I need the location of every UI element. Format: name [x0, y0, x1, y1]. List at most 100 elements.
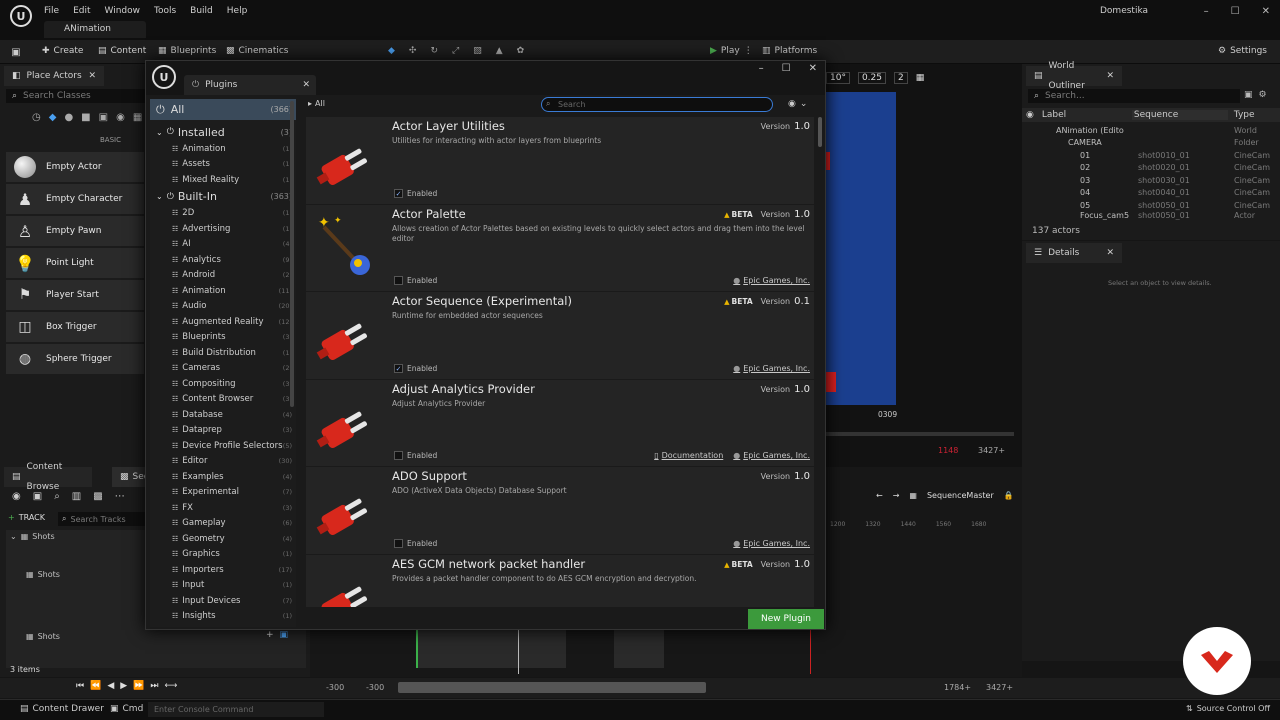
- category-scrollbar[interactable]: [290, 101, 294, 407]
- enabled-checkbox[interactable]: ✓ Enabled: [394, 363, 437, 373]
- play-icon[interactable]: ▶: [120, 681, 127, 691]
- play-button[interactable]: ▶ Play ⋮: [710, 46, 753, 56]
- shapes-icon[interactable]: ■: [81, 112, 90, 123]
- category-item[interactable]: ☷ Audio (20): [150, 299, 296, 315]
- loop-icon[interactable]: ⟷: [165, 681, 178, 691]
- shot-options-icon[interactable]: ▣: [280, 630, 289, 640]
- plugin-list-scrollbar[interactable]: [818, 117, 822, 147]
- category-item[interactable]: ☷ Examples (4): [150, 469, 296, 485]
- camera-count[interactable]: 2: [894, 72, 908, 84]
- type-column[interactable]: Type: [1234, 110, 1255, 120]
- category-item[interactable]: ☷ Input (1): [150, 578, 296, 594]
- lights-icon[interactable]: ●: [64, 112, 73, 123]
- world-outliner-tab[interactable]: ▤ World Outliner ✕: [1026, 61, 1122, 91]
- platforms-button[interactable]: ▥ Platforms: [762, 46, 817, 56]
- back-icon[interactable]: ←: [876, 491, 883, 500]
- menu-window[interactable]: Window: [105, 6, 141, 16]
- actor-player-start[interactable]: ⚑ Player Start: [6, 280, 144, 310]
- category-item[interactable]: ☷ Dataprep (3): [150, 423, 296, 439]
- search-tracks-input[interactable]: ⌕ Search Tracks: [58, 512, 146, 526]
- category-all[interactable]: ⏻ All (366): [150, 99, 296, 120]
- place-actors-tab[interactable]: ◧ Place Actors ✕: [4, 66, 104, 86]
- table-row[interactable]: 02 shot0020_01 CineCam: [1022, 162, 1280, 175]
- table-row[interactable]: 05 shot0050_01 CineCam: [1022, 199, 1280, 212]
- fov-value[interactable]: 10°: [826, 72, 850, 84]
- end-frame[interactable]: 3427+: [986, 683, 1013, 692]
- track-row[interactable]: ▦ Shots: [26, 632, 60, 641]
- source-control-button[interactable]: ⇅ Source Control Off: [1186, 704, 1270, 713]
- skip-end-icon[interactable]: ⏭: [150, 681, 158, 691]
- close-icon[interactable]: ✕: [1262, 6, 1270, 17]
- category-item[interactable]: ☷ Animation (11): [150, 283, 296, 299]
- table-row[interactable]: 01 shot0010_01 CineCam: [1022, 149, 1280, 162]
- category-item[interactable]: ☷ Gameplay (6): [150, 516, 296, 532]
- category-item[interactable]: ☷ Augmented Reality (12): [150, 314, 296, 330]
- shot-section[interactable]: [416, 630, 566, 668]
- table-row[interactable]: 04 shot0040_01 CineCam: [1022, 187, 1280, 200]
- blueprints-button[interactable]: ▦ Blueprints: [158, 46, 216, 56]
- actor-sphere-trigger[interactable]: ◍ Sphere Trigger: [6, 344, 144, 374]
- enabled-checkbox[interactable]: Enabled: [394, 538, 437, 548]
- table-row[interactable]: Focus_cam5 shot0050_01 Actor: [1022, 212, 1280, 220]
- add-folder-icon[interactable]: ▣: [1244, 90, 1253, 100]
- category-item[interactable]: ☷ Animation (1): [150, 141, 296, 157]
- timeline-ruler[interactable]: 1200 1320 1440 1560 1680: [830, 521, 986, 528]
- camera-speed[interactable]: 0.25: [857, 72, 886, 84]
- category-item[interactable]: ☷ Geometry (4): [150, 531, 296, 547]
- author-link[interactable]: ● Epic Games, Inc.: [733, 276, 810, 285]
- category-item[interactable]: ☷ Assets (1): [150, 157, 296, 173]
- cmd-button[interactable]: ▣ Cmd: [110, 704, 143, 714]
- lock-icon[interactable]: 🔒: [1004, 491, 1014, 500]
- search-classes-input[interactable]: ⌕ Search Classes: [6, 89, 146, 103]
- category-item[interactable]: ☷ AI (4): [150, 237, 296, 253]
- category-item[interactable]: ☷ Importers (17): [150, 562, 296, 578]
- unreal-logo-icon[interactable]: U: [10, 5, 32, 27]
- track-row[interactable]: ⌄ ▦ Shots: [10, 532, 55, 541]
- content-drawer-button[interactable]: ▤ Content Drawer: [20, 704, 104, 714]
- shot-section[interactable]: [614, 630, 664, 668]
- plugin-entry[interactable]: ADO Support ADO (ActiveX Data Objects) Da…: [306, 467, 814, 554]
- viewport-scrub[interactable]: [826, 432, 1014, 436]
- play-reverse-icon[interactable]: ◀: [107, 681, 114, 691]
- recent-icon[interactable]: ◷: [32, 112, 41, 123]
- menu-edit[interactable]: Edit: [73, 6, 90, 16]
- close-tab-icon[interactable]: ✕: [88, 66, 96, 86]
- category-item[interactable]: ☷ Content Browser (3): [150, 392, 296, 408]
- end-marker[interactable]: [810, 630, 811, 674]
- layout-icon[interactable]: ▦: [916, 73, 925, 83]
- camera-icon[interactable]: ▥: [72, 491, 81, 502]
- close-tab-icon[interactable]: ✕: [1106, 66, 1114, 86]
- start-frame[interactable]: -300: [326, 683, 344, 692]
- basic-icon[interactable]: ◆: [49, 112, 57, 123]
- view-end-frame[interactable]: 1784+: [944, 683, 971, 692]
- content-browser-tab[interactable]: ▤ Content Browse: [4, 462, 92, 492]
- enabled-checkbox[interactable]: Enabled: [394, 276, 437, 285]
- plugin-entry[interactable]: AES GCM network packet handler Provides a…: [306, 554, 814, 607]
- enabled-checkbox[interactable]: Enabled: [394, 451, 437, 460]
- maximize-icon[interactable]: ☐: [1231, 6, 1240, 17]
- minimize-icon[interactable]: –: [759, 63, 764, 74]
- maximize-icon[interactable]: ☐: [782, 63, 791, 74]
- category-item[interactable]: ☷ Android (2): [150, 268, 296, 284]
- table-row[interactable]: 03 shot0030_01 CineCam: [1022, 174, 1280, 187]
- actor-box-trigger[interactable]: ◫ Box Trigger: [6, 312, 144, 342]
- category-item[interactable]: ☷ Advertising (1): [150, 221, 296, 237]
- category-item[interactable]: ☷ Graphics (1): [150, 547, 296, 563]
- level-viewport[interactable]: 10° 0.25 2 ▦ 0309 1148 3427+: [826, 64, 1022, 468]
- category-item[interactable]: ☷ Editor (30): [150, 454, 296, 470]
- plugin-entry[interactable]: Actor Sequence (Experimental) Runtime for…: [306, 292, 814, 379]
- add-track-button[interactable]: + TRACK: [8, 513, 45, 522]
- menu-file[interactable]: File: [44, 6, 59, 16]
- category-item[interactable]: ☷ Experimental (7): [150, 485, 296, 501]
- category-item[interactable]: ☷ Cameras (2): [150, 361, 296, 377]
- landscape-icon[interactable]: ▲: [496, 46, 503, 56]
- category-item[interactable]: ☷ 2D (1): [150, 206, 296, 222]
- snap-icon[interactable]: ⋯: [115, 491, 125, 502]
- cinematic-icon[interactable]: ▣: [99, 112, 108, 123]
- create-button[interactable]: ✚ Create: [42, 46, 83, 56]
- step-back-icon[interactable]: ⏪: [90, 681, 101, 691]
- move-icon[interactable]: ✣: [409, 46, 417, 56]
- visual-icon[interactable]: ◉: [116, 112, 125, 123]
- forward-icon[interactable]: →: [893, 491, 900, 500]
- plugin-search-input[interactable]: ⌕ Search: [541, 97, 773, 112]
